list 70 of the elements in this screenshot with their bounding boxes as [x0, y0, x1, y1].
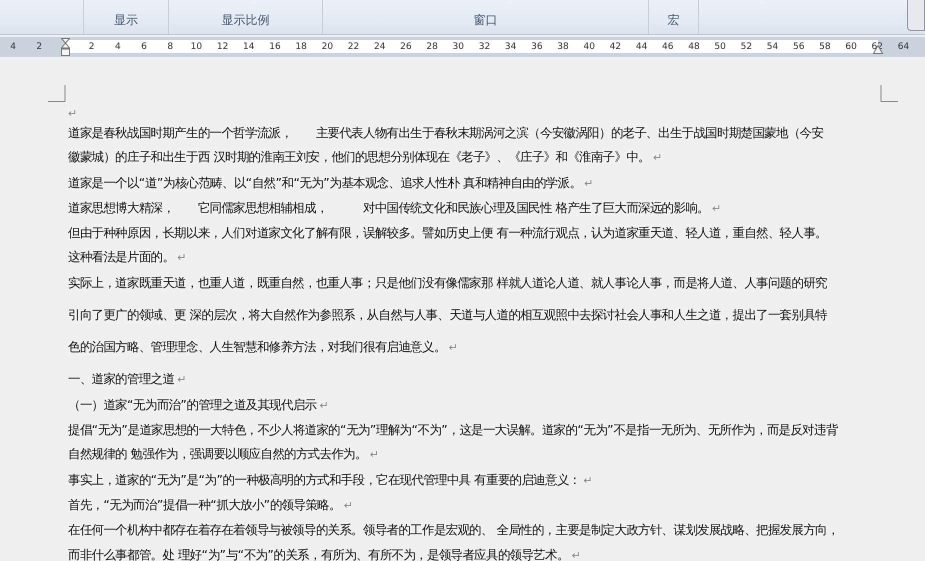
paragraph-mark: ↵	[177, 373, 186, 386]
ruler-number: 24	[372, 42, 386, 52]
paragraph-mark: ↵	[344, 498, 353, 512]
paragraph-mark: ↵	[652, 151, 662, 164]
text-line: （一）道家“无为而治”的管理之道及其现代启示	[68, 396, 316, 412]
paragraph-mark: ↵	[370, 448, 379, 462]
ruler-number: 64	[896, 42, 910, 52]
ruler-number: 22	[346, 42, 360, 52]
ruler-number: 14	[242, 42, 256, 52]
ruler-number: 34	[504, 42, 518, 52]
paragraph-mark: ↵	[572, 548, 581, 561]
ruler-number: 16	[268, 42, 282, 52]
ruler-number: 28	[425, 42, 439, 52]
text-line: 引向了更广的领域、更 深的层次，将大自然作为参照系，从自然与人事、天道与人道的相互观照中去探讨社会人事和人生之道，提出了一套别具特	[68, 306, 827, 322]
group-label: 宏	[668, 12, 680, 29]
margin-corner-mark	[880, 85, 898, 102]
text-line: 道家思想博大精深， 它同儒家思想相辅相成， 对中国传统文化和民族心理及国民性 格产生了巨大而深远的影响。	[68, 200, 709, 215]
group-label: 显示比例	[222, 12, 270, 29]
paragraph-mark: ↵	[712, 202, 721, 215]
ruler-number: 26	[399, 42, 413, 52]
text-line: 一、道家的管理之道	[68, 371, 174, 386]
text-line: 道家是一个以“道”为核心范畴、以“自然”和“无为”为基本观念、追求人性朴 真和精神自由的学派。	[68, 174, 582, 190]
margin-corner-mark	[48, 85, 66, 102]
ruler-number: 18	[294, 42, 308, 52]
ruler-number: 56	[792, 42, 806, 52]
ruler-number: 2	[88, 42, 96, 52]
text-line: 自然规律的 勉强作为，强调要以顺应自然的方式去作为。	[68, 446, 367, 462]
text-line: 事实上，道家的“无为”是“为”的一种极高明的方式和手段，它在现代管理中具 有重要的启迪意义：	[68, 472, 580, 487]
paragraph-mark: ↵	[68, 107, 78, 120]
ruler-number: 4	[114, 42, 122, 52]
ruler-number: 44	[634, 42, 648, 52]
text-line: 色的治国方略、管理理念、人生智慧和修养方法，对我们很有启迪意义。	[68, 338, 446, 354]
text-line: 而非什么事都管。处 理好“为”与“不为”的关系，有所为、有所不为，是领导者应具的领导艺术。	[68, 546, 569, 561]
text-line: 道家是春秋战国时期产生的一个哲学流派， 主要代表人物有出生于春秋末期涡河之滨（今安徽涡阳）的老子、出生于战国时期楚国蒙地（今安	[68, 125, 824, 140]
paragraph-mark: ↵	[177, 251, 186, 264]
group-label: 窗口	[474, 12, 498, 29]
ruler-number: 32	[478, 42, 492, 52]
text-line: 徽蒙城）的庄子和出生于西 汉时期的淮南王刘安，他们的思想分别体现在《老子》、《庄子》和《淮南子》中。	[68, 149, 650, 164]
text-line: 这种看法是片面的。	[68, 249, 174, 264]
text-line: 提倡“无为”是道家思想的一大特色，不少人将道家的“无为”理解为“不为”，这是一大误解。道家的“无为”不是指一无所为、无所作为，而是反对违背	[68, 422, 838, 438]
ruler-number: 50	[713, 42, 727, 52]
text-line: 在任何一个机构中都存在着存在着领导与被领导的关系。领导者的工作是宏观的、 全局性的，主要是制定大政方针、谋划发展战略、把握发展方向，	[68, 522, 839, 538]
indent-marker-icon[interactable]	[60, 38, 70, 56]
ruler-number: 38	[556, 42, 570, 52]
ruler-number: 60	[844, 42, 858, 52]
ruler-number: 2	[35, 42, 44, 52]
ruler-number: 4	[9, 42, 17, 52]
group-label: 显示	[114, 12, 138, 29]
ruler-number: 42	[608, 42, 622, 52]
paragraph-mark: ↵	[583, 474, 592, 487]
ruler-number: 46	[661, 42, 674, 52]
ruler-number: 8	[166, 42, 174, 52]
window-edge	[907, 0, 925, 31]
ruler-number: 12	[216, 42, 230, 52]
paragraph-mark: ↵	[584, 176, 594, 190]
ruler-number: 52	[740, 42, 754, 52]
paragraph-mark: ↵	[319, 398, 328, 412]
text-line: 首先，“无为而治”提倡一种“抓大放小”的领导策略。	[68, 496, 341, 512]
ruler-number: 36	[530, 42, 544, 52]
ruler-number: 6	[140, 42, 148, 52]
ruler-number: 20	[320, 42, 334, 52]
ruler-number: 10	[190, 42, 204, 52]
ruler-number: 54	[766, 42, 780, 52]
text-line: 但由于种种原因，长期以来，人们对道家文化了解有限，误解较多。譬如历史上便 有一种流行观点，认为道家重天道、轻人道，重自然、轻人事。	[68, 225, 827, 240]
ruler-number: 30	[452, 42, 465, 52]
ruler-number: 48	[687, 42, 701, 52]
ruler-number: 40	[582, 42, 596, 52]
paragraph-mark: ↵	[448, 340, 458, 354]
text-line: 实际上，道家既重天道，也重人道，既重自然，也重人事；只是他们没有像儒家那 样就人道论人道、就人事论人事，而是将人道、人事问题的研究	[68, 274, 827, 290]
ruler-number: 58	[818, 42, 832, 52]
